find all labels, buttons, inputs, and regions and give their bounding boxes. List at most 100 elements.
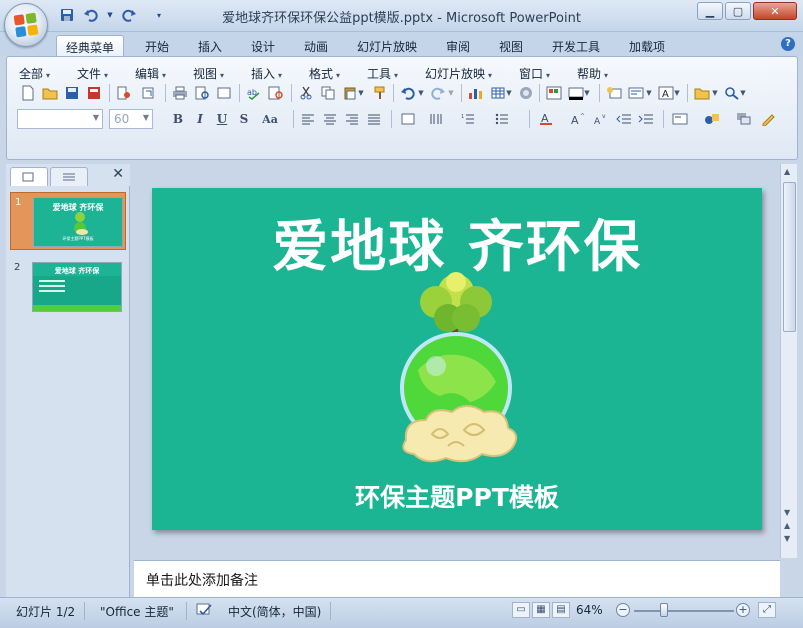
shadow-button[interactable]: S bbox=[235, 110, 253, 128]
language-indicator[interactable]: 中文(简体，中国) bbox=[228, 603, 321, 620]
italic-button[interactable]: I bbox=[191, 110, 209, 128]
copy-icon[interactable] bbox=[319, 84, 337, 102]
quick-styles-icon[interactable] bbox=[759, 110, 777, 128]
tab-insert[interactable]: 插入 bbox=[198, 35, 222, 56]
zoom-in-icon[interactable]: + bbox=[736, 603, 750, 617]
help-icon[interactable]: ? bbox=[781, 37, 795, 51]
format-painter-icon[interactable] bbox=[371, 84, 389, 102]
redo-list-dropdown-icon[interactable]: ▼ bbox=[447, 84, 455, 102]
shapes-icon[interactable] bbox=[703, 110, 721, 128]
text-direction-icon[interactable] bbox=[399, 110, 417, 128]
zoom-slider[interactable] bbox=[634, 610, 734, 612]
office-button[interactable] bbox=[4, 3, 48, 47]
menu-all[interactable]: 全部 ▾ bbox=[19, 65, 50, 82]
menu-format[interactable]: 格式 ▾ bbox=[309, 65, 340, 82]
bullets-icon[interactable] bbox=[493, 110, 511, 128]
decrease-indent-icon[interactable] bbox=[615, 110, 633, 128]
slide-thumbnail-1[interactable]: 1 爱地球 齐环保 环保主题PPT模板 bbox=[10, 192, 126, 250]
shrink-font-icon[interactable]: Av bbox=[591, 110, 609, 128]
open-folder-icon[interactable] bbox=[41, 84, 59, 102]
font-color-icon[interactable]: A bbox=[537, 110, 555, 128]
clipart-icon[interactable] bbox=[517, 84, 535, 102]
slide-thumbnail-2[interactable]: 2 爱地球 齐环保 bbox=[10, 258, 126, 316]
zoom-out-icon[interactable]: − bbox=[616, 603, 630, 617]
research-icon[interactable] bbox=[267, 84, 285, 102]
scroll-thumb[interactable] bbox=[783, 182, 796, 332]
numbering-icon[interactable]: 1 bbox=[459, 110, 477, 128]
new-document-icon[interactable] bbox=[19, 84, 37, 102]
arrange-icon[interactable] bbox=[735, 110, 753, 128]
layout-icon[interactable] bbox=[627, 84, 645, 102]
color-grayscale-icon[interactable] bbox=[545, 84, 563, 102]
menu-help[interactable]: 帮助 ▾ bbox=[577, 65, 608, 82]
open-folder-2-icon[interactable] bbox=[693, 84, 711, 102]
underline-button[interactable]: U bbox=[213, 110, 231, 128]
align-center-icon[interactable] bbox=[321, 110, 339, 128]
align-right-icon[interactable] bbox=[343, 110, 361, 128]
save-toolbar-icon[interactable] bbox=[63, 84, 81, 102]
save-as-pdf-icon[interactable] bbox=[85, 84, 103, 102]
slides-tab[interactable] bbox=[10, 167, 48, 186]
menu-window[interactable]: 窗口 ▾ bbox=[519, 65, 550, 82]
increase-indent-icon[interactable] bbox=[637, 110, 655, 128]
fit-to-window-icon[interactable]: ⤢ bbox=[758, 602, 776, 618]
normal-view-icon[interactable]: ▭ bbox=[512, 602, 530, 618]
font-size-box[interactable]: 60 ▼ bbox=[109, 109, 153, 129]
paste-dropdown-icon[interactable]: ▼ bbox=[357, 84, 365, 102]
slide-subtitle[interactable]: 环保主题PPT模板 bbox=[152, 478, 762, 514]
zoom-slider-handle[interactable] bbox=[660, 603, 668, 617]
vertical-scrollbar[interactable]: ▲ ▼ ▲ ▼ bbox=[780, 164, 797, 558]
menu-edit[interactable]: 编辑 ▾ bbox=[135, 65, 166, 82]
layout-dropdown-icon[interactable]: ▼ bbox=[645, 84, 653, 102]
current-slide[interactable]: 爱地球 齐环保 环保主题PPT模板 bbox=[152, 188, 762, 530]
tab-classic-menu[interactable]: 经典菜单 bbox=[56, 35, 125, 56]
redo-toolbar-icon[interactable] bbox=[429, 84, 447, 102]
slideshow-view-icon[interactable]: ▤ bbox=[552, 602, 570, 618]
menu-tools[interactable]: 工具 ▾ bbox=[367, 65, 398, 82]
scroll-down-icon[interactable]: ▼ bbox=[784, 508, 790, 517]
cut-icon[interactable] bbox=[297, 84, 315, 102]
print-icon[interactable] bbox=[171, 84, 189, 102]
undo-toolbar-icon[interactable] bbox=[399, 84, 417, 102]
tab-review[interactable]: 审阅 bbox=[446, 35, 470, 56]
tab-slideshow[interactable]: 幻灯片放映 bbox=[357, 35, 417, 56]
grow-font-icon[interactable]: A ^ bbox=[569, 110, 587, 128]
bold-button[interactable]: B bbox=[169, 110, 187, 128]
scroll-up-icon[interactable]: ▲ bbox=[784, 167, 790, 176]
theme-name[interactable]: "Office 主题" bbox=[100, 603, 174, 620]
folder-dropdown-icon[interactable]: ▼ bbox=[711, 84, 719, 102]
previous-slide-icon[interactable]: ▲ bbox=[784, 521, 790, 530]
insert-chart-icon[interactable] bbox=[467, 84, 485, 102]
text-box-dropdown-icon[interactable]: ▼ bbox=[673, 84, 681, 102]
outline-tab[interactable] bbox=[50, 167, 88, 186]
spelling-icon[interactable]: ab bbox=[245, 84, 263, 102]
minimize-icon[interactable]: ▁ bbox=[697, 2, 723, 20]
slide-sorter-icon[interactable]: ▦ bbox=[532, 602, 550, 618]
justify-icon[interactable] bbox=[365, 110, 383, 128]
tab-design[interactable]: 设计 bbox=[251, 35, 275, 56]
align-left-icon[interactable] bbox=[299, 110, 317, 128]
menu-insert[interactable]: 插入 ▾ bbox=[251, 65, 282, 82]
slide-design-icon[interactable] bbox=[671, 110, 689, 128]
notes-pane[interactable]: 单击此处添加备注 bbox=[134, 560, 780, 597]
print-preview-icon[interactable] bbox=[193, 84, 211, 102]
maximize-icon[interactable]: ▢ bbox=[725, 2, 751, 20]
next-slide-icon[interactable]: ▼ bbox=[784, 534, 790, 543]
table-dropdown-icon[interactable]: ▼ bbox=[505, 84, 513, 102]
tab-developer[interactable]: 开发工具 bbox=[552, 35, 600, 56]
change-case-button[interactable]: Aa bbox=[257, 110, 283, 128]
columns-icon[interactable] bbox=[427, 110, 445, 128]
undo-list-dropdown-icon[interactable]: ▼ bbox=[417, 84, 425, 102]
new-slide-icon[interactable] bbox=[605, 84, 623, 102]
tab-animations[interactable]: 动画 bbox=[304, 35, 328, 56]
tab-addins[interactable]: 加载项 bbox=[629, 35, 665, 56]
find-dropdown-icon[interactable]: ▼ bbox=[739, 84, 747, 102]
tab-home[interactable]: 开始 bbox=[145, 35, 169, 56]
spell-check-icon[interactable] bbox=[196, 603, 214, 620]
close-pane-icon[interactable]: ✕ bbox=[112, 166, 124, 182]
permission-icon[interactable] bbox=[115, 84, 133, 102]
zoom-level[interactable]: 64% bbox=[576, 603, 603, 617]
menu-file[interactable]: 文件 ▾ bbox=[77, 65, 108, 82]
attach-icon[interactable] bbox=[139, 84, 157, 102]
fill-color-dropdown-icon[interactable]: ▼ bbox=[583, 84, 591, 102]
